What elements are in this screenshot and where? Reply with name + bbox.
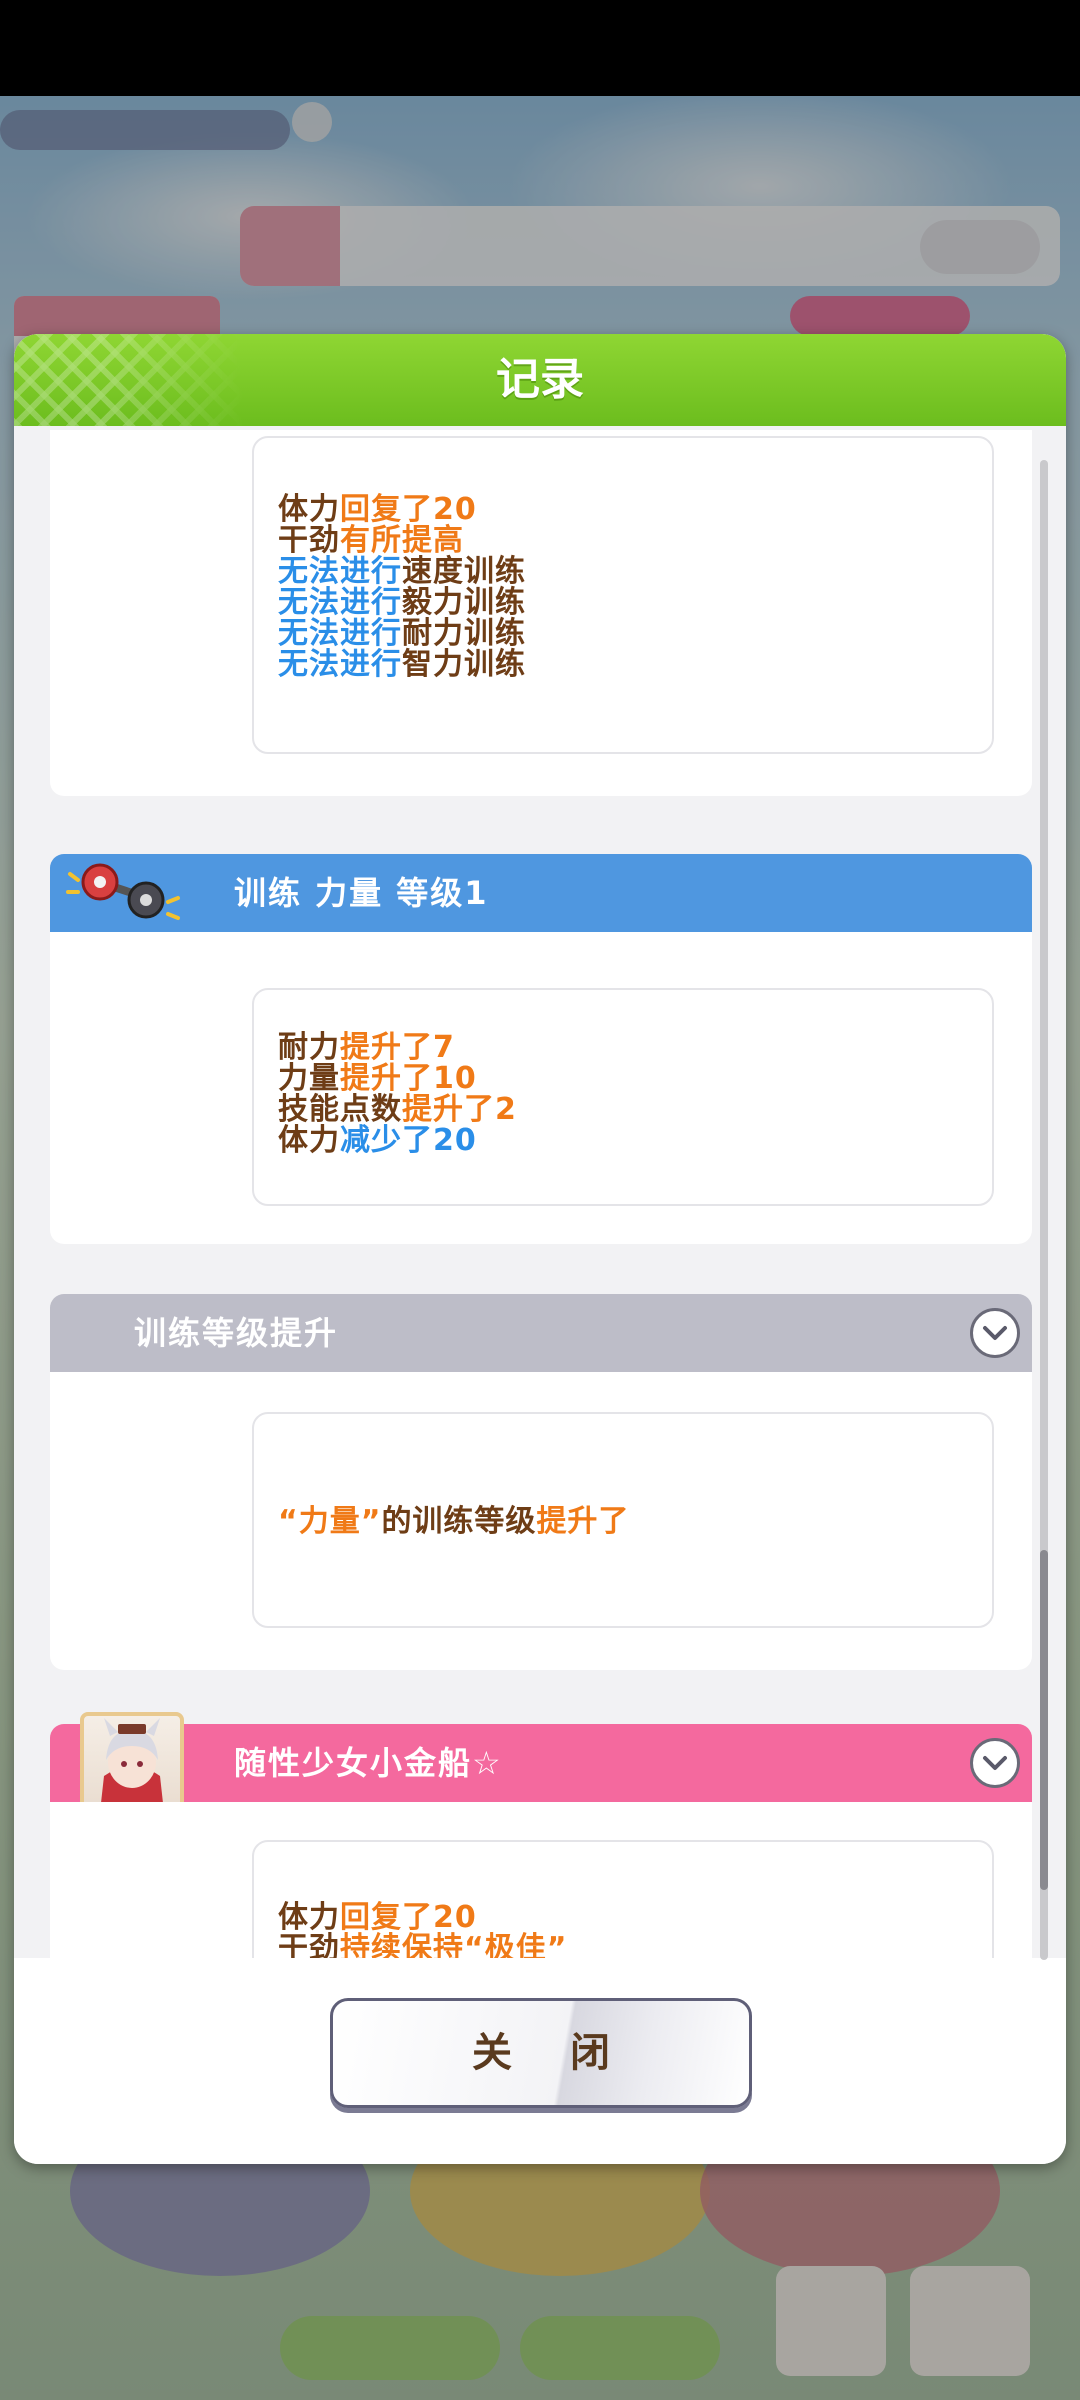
log-text-segment: 提升了 (536, 1504, 630, 1539)
scrollbar-thumb[interactable] (1040, 1550, 1048, 1890)
category-bar-character[interactable]: 随性少女小金船☆ (50, 1712, 1032, 1816)
log-line: 技能点数提升了2 (278, 1094, 517, 1125)
log-text-segment: 力量 (278, 1061, 340, 1096)
dialog-header: 记录 (14, 334, 1066, 426)
close-button[interactable]: 关 闭 (330, 1998, 752, 2108)
log-dialog: 记录 体力回复了20 干劲有所提高 无法进行速度训练 无法进行毅力训练 无法进行耐力训练… (14, 334, 1066, 2164)
log-line: 力量提升了10 (278, 1063, 517, 1094)
log-text-segment: 无法进行 (278, 616, 402, 651)
chevron-down-icon[interactable] (970, 1738, 1020, 1788)
log-text-segment: 的训练等级 (381, 1504, 537, 1539)
log-entry: “力量”的训练等级提升了 (50, 1372, 1032, 1670)
log-text-segment: 有所提高 (340, 523, 464, 558)
log-text-segment: 回复了20 (340, 492, 477, 527)
log-text-segment: 减少了20 (340, 1123, 477, 1158)
character-avatar (80, 1712, 184, 1816)
category-bar-training: 训练 力量 等级1 (50, 854, 1032, 932)
log-line: 无法进行速度训练 (278, 556, 526, 587)
log-text-segment: 毅力训练 (402, 585, 526, 620)
log-line: 干劲有所提高 (278, 525, 526, 556)
log-text-segment: 体力 (278, 1900, 340, 1935)
log-entry: 耐力提升了7 力量提升了10 技能点数提升了2 体力减少了20 (50, 932, 1032, 1244)
chevron-down-icon[interactable] (970, 1308, 1020, 1358)
log-text-segment: 体力 (278, 492, 340, 527)
log-text-segment: 耐力训练 (402, 616, 526, 651)
log-text-segment: 体力 (278, 1123, 340, 1158)
log-text-segment: 干劲 (278, 1931, 340, 1958)
log-text-segment: 技能点数 (278, 1092, 402, 1127)
log-text-segment: 速度训练 (402, 554, 526, 589)
log-line: 无法进行毅力训练 (278, 587, 526, 618)
log-text-segment: 提升了2 (402, 1092, 517, 1127)
log-line: 无法进行智力训练 (278, 649, 526, 680)
entry-details: 耐力提升了7 力量提升了10 技能点数提升了2 体力减少了20 (252, 988, 994, 1206)
log-text-segment: 干劲 (278, 523, 340, 558)
log-text-segment: 无法进行 (278, 554, 402, 589)
log-line: 体力回复了20 (278, 1902, 567, 1933)
log-line: 无法进行耐力训练 (278, 618, 526, 649)
log-text-segment: 无法进行 (278, 647, 402, 682)
log-text-segment: 提升了7 (340, 1030, 455, 1065)
log-text-segment: 提升了10 (340, 1061, 477, 1096)
log-line: 干劲持续保持“极佳” (278, 1933, 567, 1958)
entry-details: “力量”的训练等级提升了 (252, 1412, 994, 1628)
category-title: 训练等级提升 (134, 1314, 339, 1352)
log-entry: 体力回复了20干劲持续保持“极佳”无法进行速度训练 (50, 1802, 1032, 1958)
log-text-segment: 耐力 (278, 1030, 340, 1065)
entry-details: 体力回复了20干劲持续保持“极佳”无法进行速度训练 (252, 1840, 994, 1958)
log-text-segment: 无法进行 (278, 585, 402, 620)
dumbbell-icon (66, 863, 180, 920)
category-title: 训练 力量 等级1 (234, 874, 489, 912)
log-text-segment: 智力训练 (402, 647, 526, 682)
log-line: “力量”的训练等级提升了 (278, 1506, 629, 1537)
log-text-segment: 回复了20 (340, 1900, 477, 1935)
status-bar (0, 0, 1080, 96)
category-title: 随性少女小金船☆ (234, 1744, 503, 1782)
dialog-footer: 关 闭 (14, 1958, 1066, 2164)
dialog-title: 记录 (496, 354, 584, 405)
log-line: 耐力提升了7 (278, 1032, 517, 1063)
category-bar-level-up[interactable]: 训练等级提升 (50, 1294, 1032, 1372)
log-list[interactable]: 体力回复了20 干劲有所提高 无法进行速度训练 无法进行毅力训练 无法进行耐力训练 无法进… (14, 430, 1066, 1958)
entry-details: 体力回复了20 干劲有所提高 无法进行速度训练 无法进行毅力训练 无法进行耐力训练 无法进… (252, 436, 994, 754)
log-entry: 体力回复了20 干劲有所提高 无法进行速度训练 无法进行毅力训练 无法进行耐力训练 无法进… (50, 430, 1032, 796)
log-line: 体力减少了20 (278, 1125, 517, 1156)
log-line: 体力回复了20 (278, 494, 526, 525)
log-text-segment: 持续保持“极佳” (340, 1931, 568, 1958)
log-text-segment: “力量” (278, 1504, 382, 1539)
